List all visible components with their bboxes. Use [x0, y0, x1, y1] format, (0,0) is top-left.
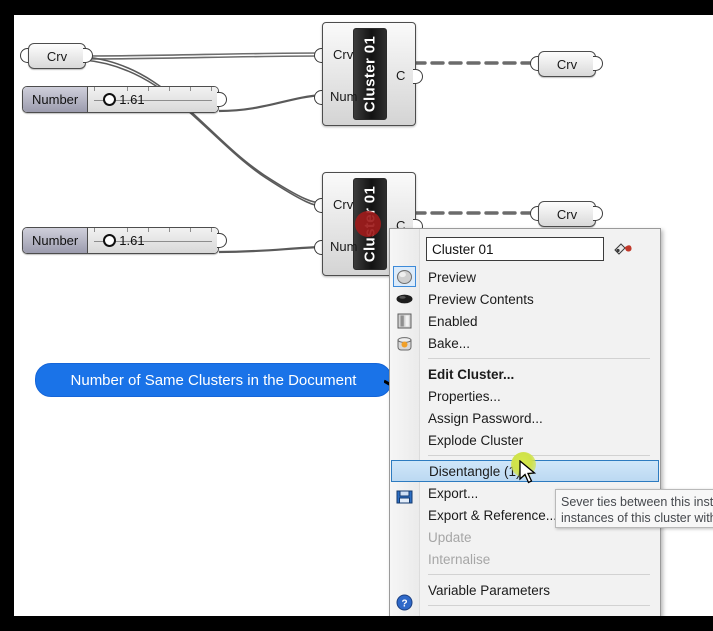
cluster-1-nameplate: Cluster 01 — [353, 28, 387, 120]
slider-tick — [190, 87, 192, 91]
menu-item-label: Preview — [428, 269, 477, 285]
slider-handle[interactable] — [103, 234, 117, 247]
crv-out-bottom-body[interactable]: Crv — [538, 201, 596, 227]
slider-tick — [127, 87, 129, 91]
slider-tick — [169, 228, 171, 232]
crv-out-bottom-label: Crv — [556, 206, 578, 222]
number-slider-2-value: 1.61 — [119, 233, 145, 248]
cluster-1-input-num-label: Num — [330, 89, 358, 104]
menu-item-explode-cluster[interactable]: Explode Cluster — [390, 429, 660, 451]
menu-separator — [428, 455, 650, 456]
annotation-callout-label: Number of Same Clusters in the Document — [70, 371, 357, 389]
menu-item-label: Preview Contents — [428, 291, 534, 307]
cluster-2-input-num-label: Num — [330, 239, 358, 254]
menu-separator — [428, 358, 650, 359]
menu-item-label: Update — [428, 529, 472, 545]
menu-item-label: Help... — [428, 614, 467, 617]
screenshot-root: Crv Number 1.61 Number 1.61 Cluster 01 C… — [0, 0, 713, 631]
menu-item-internalise: Internalise — [390, 548, 660, 570]
cluster-1-input-crv-label: Crv — [333, 47, 354, 62]
number-slider-1[interactable]: Number 1.61 — [22, 86, 219, 113]
grasshopper-canvas[interactable]: Crv Number 1.61 Number 1.61 Cluster 01 C… — [14, 15, 713, 616]
menu-item-label: Edit Cluster... — [428, 366, 515, 382]
port-output[interactable] — [83, 48, 93, 63]
menu-item-bake[interactable]: Bake... — [390, 332, 660, 354]
menu-item-update: Update — [390, 526, 660, 548]
number-slider-2[interactable]: Number 1.61 — [22, 227, 219, 254]
menu-item-label: Bake... — [428, 335, 471, 351]
number-slider-2-label: Number — [23, 228, 89, 253]
menu-item-edit-cluster[interactable]: Edit Cluster... — [390, 363, 660, 385]
crv-out-top-label: Crv — [556, 56, 578, 72]
cluster-1-label: Cluster 01 — [361, 35, 379, 113]
menu-item-enabled[interactable]: Enabled — [390, 310, 660, 332]
annotation-callout: Number of Same Clusters in the Document — [35, 363, 392, 397]
slider-handle[interactable] — [103, 93, 117, 106]
cluster-context-menu[interactable]: Cluster 01 ? Preview Preview Contents En… — [389, 228, 661, 616]
number-slider-1-value: 1.61 — [119, 92, 145, 107]
crv-out-top-body[interactable]: Crv — [538, 51, 596, 77]
cluster-2-error-badge — [355, 211, 381, 237]
mouse-cursor-icon — [519, 460, 537, 484]
port-output[interactable] — [593, 206, 603, 221]
rename-wand-icon[interactable] — [612, 239, 634, 259]
slider-tick — [211, 228, 213, 232]
menu-item-label: Assign Password... — [428, 410, 543, 426]
port-output-slider-1[interactable] — [217, 92, 227, 107]
menu-item-list[interactable]: Preview Preview Contents Enabled Bake...… — [390, 266, 660, 616]
port-output[interactable] — [593, 56, 603, 71]
port-output-c[interactable] — [413, 69, 423, 84]
number-slider-1-track[interactable]: 1.61 — [88, 87, 218, 112]
tooltip-line-1: Sever ties between this instance — [561, 495, 713, 509]
menu-separator — [428, 605, 650, 606]
slider-tick — [211, 87, 213, 91]
cluster-name-input[interactable]: Cluster 01 — [426, 237, 604, 261]
slider-tick — [127, 228, 129, 232]
slider-tick — [148, 228, 150, 232]
slider-tick — [148, 87, 150, 91]
menu-item-tooltip: Sever ties between this instance instanc… — [555, 489, 713, 528]
slider-tick — [190, 228, 192, 232]
crv-param-top-label: Crv — [46, 48, 68, 64]
menu-item-label: Explode Cluster — [428, 432, 524, 448]
cluster-2-input-crv-label: Crv — [333, 197, 354, 212]
menu-item-preview[interactable]: Preview — [390, 266, 660, 288]
menu-item-label: Export & Reference... — [428, 507, 558, 523]
menu-item-variable-parameters[interactable]: Variable Parameters — [390, 579, 660, 601]
tooltip-line-2: instances of this cluster within t — [561, 511, 713, 525]
slider-tick — [94, 228, 96, 232]
menu-item-label: Export... — [428, 485, 479, 501]
cluster-1-output-label: C — [396, 68, 406, 83]
slider-tick — [169, 87, 171, 91]
number-slider-2-track[interactable]: 1.61 — [88, 228, 218, 253]
crv-param-top-body[interactable]: Crv — [28, 43, 86, 69]
menu-item-label: Enabled — [428, 313, 478, 329]
menu-item-label: Properties... — [428, 388, 501, 404]
menu-item-label: Disentangle (1) — [429, 463, 521, 479]
menu-item-assign-password[interactable]: Assign Password... — [390, 407, 660, 429]
menu-item-label: Variable Parameters — [428, 582, 551, 598]
menu-item-help[interactable]: Help... — [390, 610, 660, 617]
cluster-1-body[interactable]: Cluster 01 Crv Num C — [322, 22, 416, 126]
menu-separator — [428, 574, 650, 575]
menu-item-properties[interactable]: Properties... — [390, 385, 660, 407]
port-output-slider-2[interactable] — [217, 233, 227, 248]
menu-item-label: Internalise — [428, 551, 491, 567]
slider-tick — [94, 87, 96, 91]
menu-item-preview-contents[interactable]: Preview Contents — [390, 288, 660, 310]
number-slider-1-label: Number — [23, 87, 89, 112]
